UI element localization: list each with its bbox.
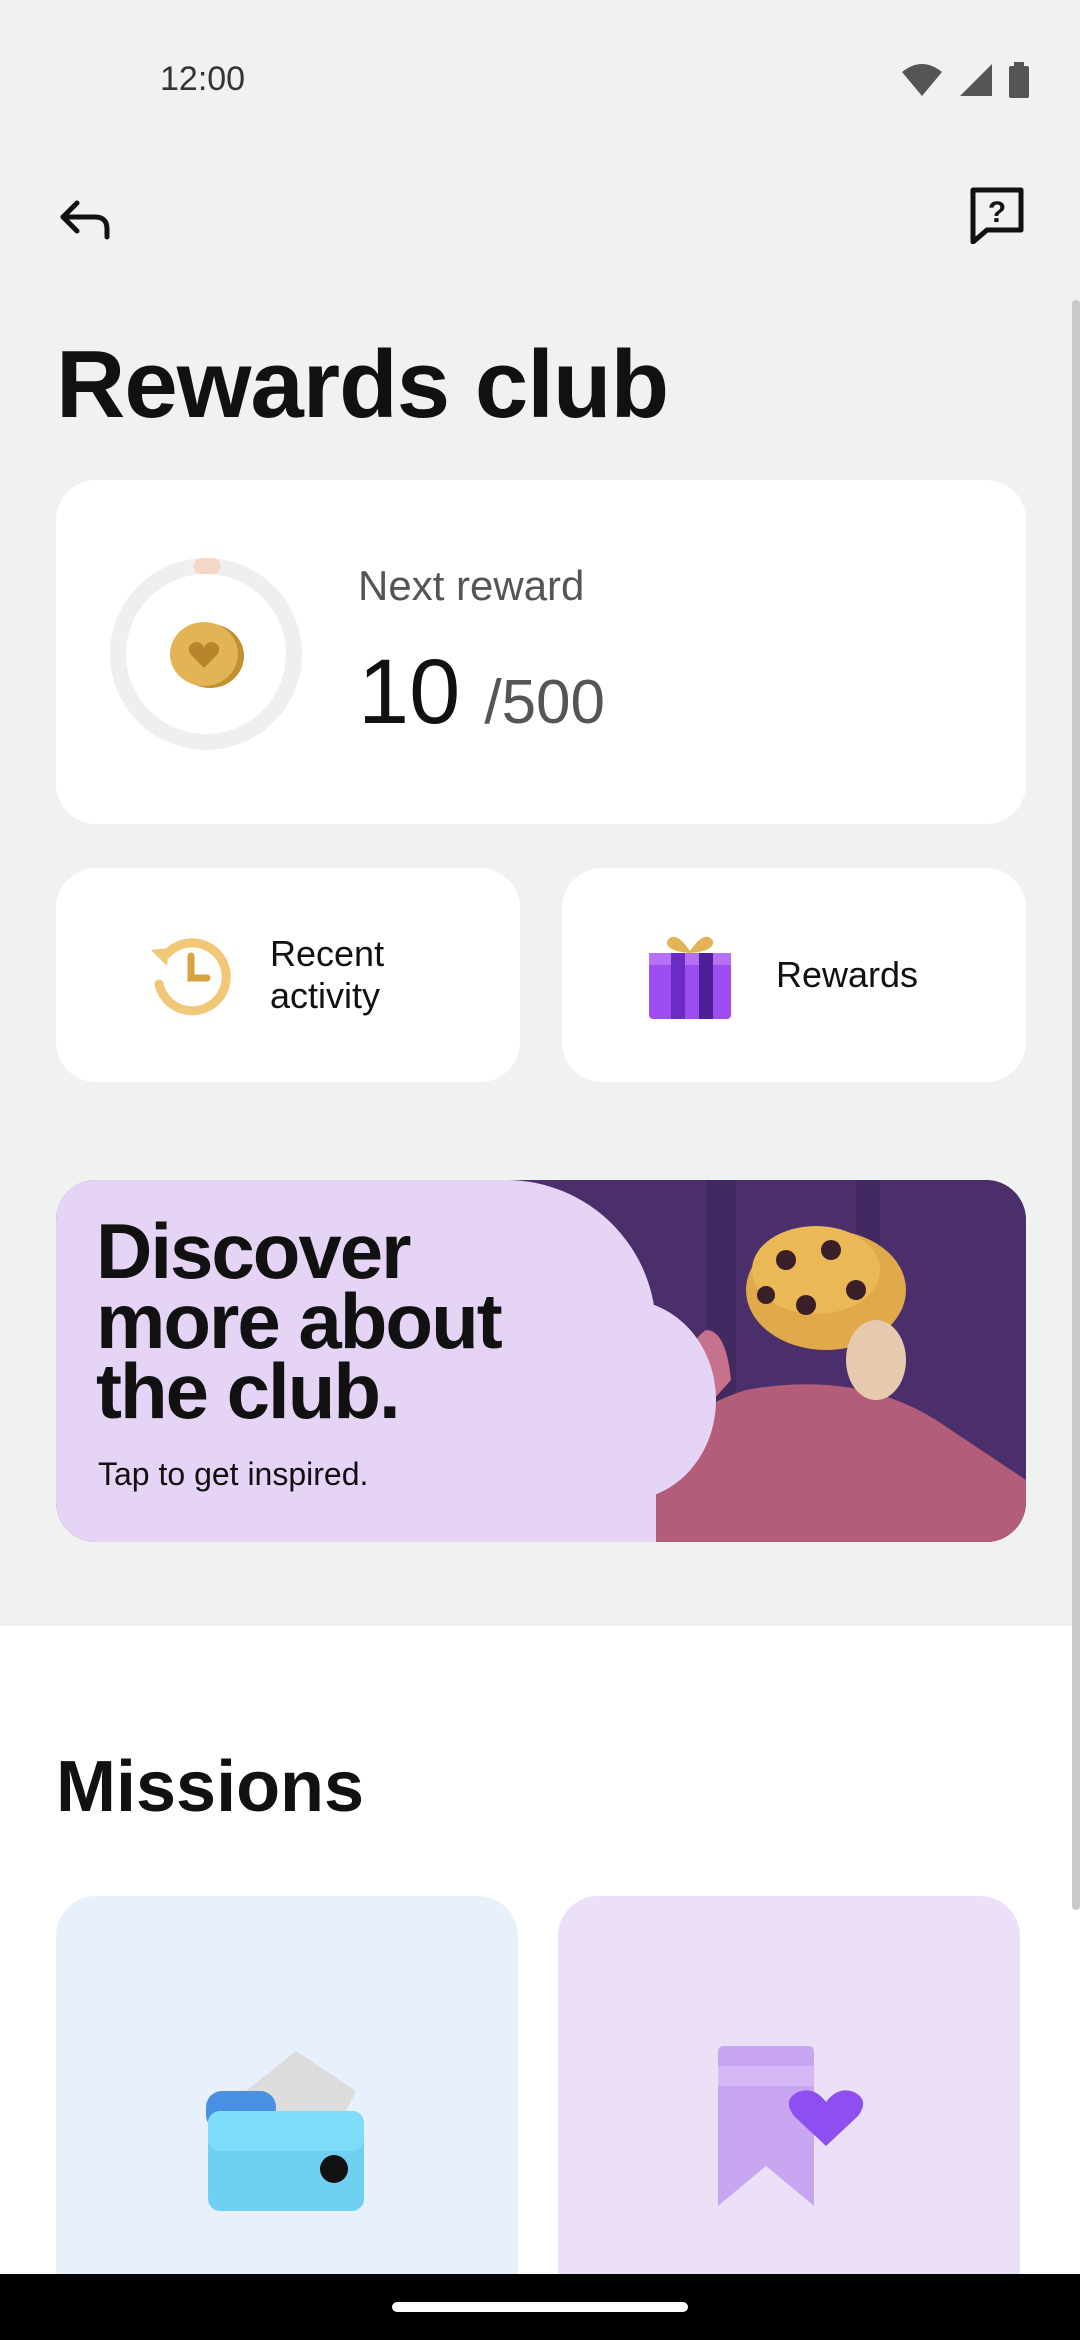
home-gesture-handle[interactable] — [392, 2302, 688, 2312]
reward-progress-ring — [110, 558, 302, 750]
system-navigation-bar — [0, 2274, 1080, 2340]
rewards-label: Rewards — [776, 954, 919, 995]
bookmark-heart-icon — [718, 2046, 864, 2206]
history-icon — [140, 925, 240, 1025]
banner-subtitle: Tap to get inspired. — [98, 1456, 369, 1492]
page-title: Rewards club — [56, 331, 669, 438]
top-app-bar: ? — [0, 170, 1080, 270]
wallet-icon — [206, 2051, 364, 2211]
points-value: 10 — [358, 641, 461, 743]
help-chat-icon: ? — [970, 187, 1024, 244]
back-arrow-icon — [60, 200, 110, 240]
missions-title: Missions — [56, 1747, 365, 1827]
recent-activity-label: Recent activity — [270, 933, 385, 1016]
mission-card-favorites[interactable] — [558, 1896, 1020, 2316]
help-button[interactable]: ? — [962, 180, 1032, 250]
mission-card-wallet[interactable] — [56, 1896, 518, 2316]
scrollbar[interactable] — [1072, 300, 1080, 1910]
next-reward-card[interactable]: Next reward 10 /500 — [56, 480, 1026, 824]
battery-icon — [1009, 62, 1029, 98]
discover-club-banner[interactable]: Discover more about the club. Tap to get… — [56, 1180, 1026, 1542]
coin-icon — [170, 622, 244, 688]
back-button[interactable] — [50, 184, 120, 254]
status-bar: 12:00 — [0, 0, 1080, 160]
rewards-button[interactable]: Rewards — [562, 868, 1026, 1082]
points-display: 10 /500 — [358, 640, 605, 745]
missions-section: Missions — [0, 1626, 1080, 2316]
points-total: /500 — [484, 668, 606, 737]
banner-title: Discover more about the club. — [96, 1207, 503, 1435]
next-reward-label: Next reward — [358, 562, 585, 609]
wifi-icon — [902, 64, 942, 96]
status-icons — [900, 62, 1030, 98]
gift-icon — [640, 925, 740, 1025]
recent-activity-button[interactable]: Recent activity — [56, 868, 520, 1082]
status-time: 12:00 — [160, 60, 246, 98]
svg-text:?: ? — [988, 196, 1006, 229]
signal-icon — [960, 64, 992, 96]
